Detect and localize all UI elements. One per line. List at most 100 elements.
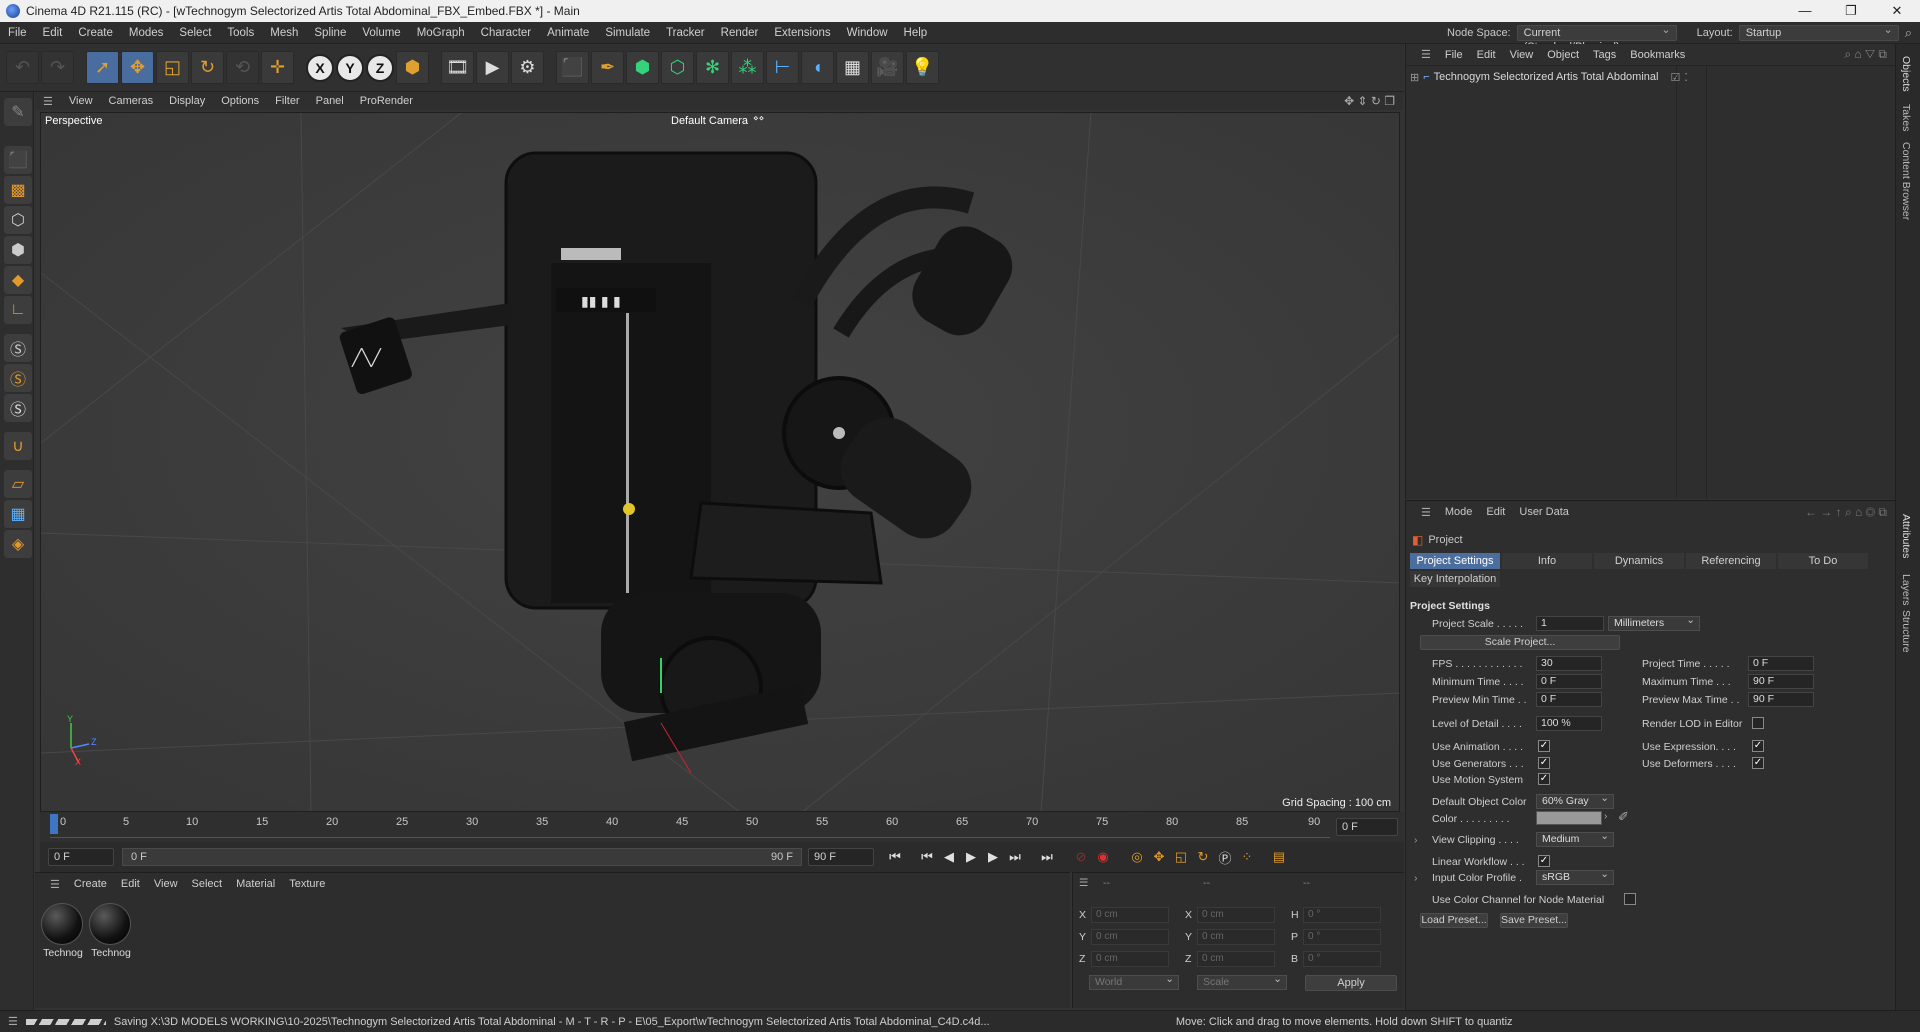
input-profile-expand-icon[interactable]: › [1414, 872, 1418, 884]
visibility-dots-icon[interactable]: ⁚ [1684, 71, 1688, 84]
attr-menu-user-data[interactable]: User Data [1512, 506, 1576, 518]
record-keys-icon[interactable]: ⊘ [1070, 846, 1092, 868]
axis-mode-icon[interactable]: ∟ [4, 296, 32, 324]
texture-mode-icon[interactable]: ▩ [4, 176, 32, 204]
render-lod-checkbox[interactable] [1752, 717, 1764, 729]
side-tab-structure[interactable]: Structure [1900, 610, 1912, 653]
om-menu-view[interactable]: View [1503, 49, 1541, 61]
attr-menu-mode[interactable]: Mode [1438, 506, 1480, 518]
menu-render[interactable]: Render [713, 27, 767, 39]
search-icon[interactable]: ⌕ [1905, 25, 1912, 41]
om-menu-bookmarks[interactable]: Bookmarks [1623, 49, 1692, 61]
key-param-icon[interactable]: Ⓟ [1214, 846, 1236, 868]
key-move-icon[interactable]: ✥ [1148, 846, 1170, 868]
viewport-menu-view[interactable]: View [61, 95, 101, 107]
model-mode-icon[interactable]: ⬛ [4, 146, 32, 174]
pen-icon[interactable]: ✒ [591, 51, 624, 84]
side-tab-takes[interactable]: Takes [1900, 104, 1912, 131]
viewport-menu-panel[interactable]: Panel [308, 95, 352, 107]
undo-icon[interactable]: ↶ [6, 51, 39, 84]
pos-x-field[interactable]: 0 cm [1091, 907, 1169, 923]
use-color-channel-checkbox[interactable] [1624, 893, 1636, 905]
use-animation-checkbox[interactable]: ✓ [1538, 740, 1550, 752]
key-rotate-icon[interactable]: ↻ [1192, 846, 1214, 868]
attr-menu-edit[interactable]: Edit [1479, 506, 1512, 518]
objects-hamburger-icon[interactable]: ☰ [1414, 48, 1438, 61]
previous-frame-icon[interactable]: ◀ [938, 846, 960, 868]
live-select-icon[interactable]: ➚ [86, 51, 119, 84]
subdivision-icon[interactable]: ⬢ [626, 51, 659, 84]
timeline-ruler[interactable]: 0 5 10 15 20 25 30 35 40 45 50 55 60 65 … [40, 812, 1404, 842]
scale-project-button[interactable]: Scale Project... [1420, 635, 1620, 650]
om-menu-file[interactable]: File [1438, 49, 1470, 61]
apply-button[interactable]: Apply [1305, 975, 1397, 991]
lod-field[interactable]: 100 % [1536, 716, 1602, 731]
previous-key-icon[interactable]: ⏮ [916, 846, 938, 868]
move-icon[interactable]: ✥ [121, 51, 154, 84]
hamburger-icon[interactable]: ☰ [35, 95, 61, 108]
use-expression-checkbox[interactable]: ✓ [1752, 740, 1764, 752]
y-axis-icon[interactable]: Y [336, 53, 364, 82]
material-menu-edit[interactable]: Edit [114, 878, 147, 890]
menu-volume[interactable]: Volume [354, 27, 408, 39]
status-hamburger-icon[interactable]: ☰ [0, 1015, 26, 1028]
om-menu-edit[interactable]: Edit [1470, 49, 1503, 61]
preview-max-field[interactable]: 90 F [1748, 692, 1814, 707]
min-time-field[interactable]: 0 F [1536, 674, 1602, 689]
coordinate-system-icon[interactable]: ⬢ [396, 51, 429, 84]
grid-icon[interactable]: ▦ [4, 500, 32, 528]
render-settings-icon[interactable]: ⚙ [511, 51, 544, 84]
project-time-field[interactable]: 0 F [1748, 656, 1814, 671]
use-generators-checkbox[interactable]: ✓ [1538, 757, 1550, 769]
timeline-window-icon[interactable]: ▤ [1268, 846, 1290, 868]
side-tab-content-browser[interactable]: Content Browser [1900, 142, 1912, 220]
deformer-icon[interactable]: ◖ [801, 51, 834, 84]
om-menu-tags[interactable]: Tags [1586, 49, 1623, 61]
menu-help[interactable]: Help [896, 27, 936, 39]
size-mode-dropdown[interactable]: Scale [1197, 973, 1287, 990]
menu-extensions[interactable]: Extensions [766, 27, 838, 39]
autokey-icon[interactable]: ◉ [1092, 846, 1114, 868]
playhead[interactable] [50, 814, 58, 834]
object-name[interactable]: Technogym Selectorized Artis Total Abdom… [1434, 71, 1659, 83]
menu-tracker[interactable]: Tracker [658, 27, 713, 39]
size-x-field[interactable]: 0 cm [1197, 907, 1275, 923]
project-scale-unit-dropdown[interactable]: Millimeters [1608, 614, 1700, 631]
last-tool-icon[interactable]: ⟲ [226, 51, 259, 84]
snap-icon[interactable]: Ⓢ [4, 334, 32, 362]
maximize-button[interactable]: ❐ [1828, 3, 1874, 19]
make-editable-icon[interactable]: ✎ [4, 98, 32, 126]
array-icon[interactable]: ⁂ [731, 51, 764, 84]
viewport-menu-prorender[interactable]: ProRender [352, 95, 421, 107]
rot-p-field[interactable]: 0 ° [1303, 929, 1381, 945]
menu-character[interactable]: Character [473, 27, 540, 39]
linear-workflow-checkbox[interactable]: ✓ [1538, 855, 1550, 867]
rot-h-field[interactable]: 0 ° [1303, 907, 1381, 923]
viewport-menu-cameras[interactable]: Cameras [101, 95, 162, 107]
color-expand-icon[interactable]: › [1604, 811, 1607, 822]
material-hamburger-icon[interactable]: ☰ [43, 878, 67, 891]
render-region-icon[interactable]: 🎞 [441, 51, 474, 84]
key-scale-icon[interactable]: ◱ [1170, 846, 1192, 868]
cube-icon[interactable]: ⬛ [556, 51, 589, 84]
light-icon[interactable]: 💡 [906, 51, 939, 84]
timeline-track[interactable] [50, 816, 1330, 838]
x-axis-icon[interactable]: X [306, 53, 334, 82]
attr-hamburger-icon[interactable]: ☰ [1414, 506, 1438, 519]
view-clipping-expand-icon[interactable]: › [1414, 834, 1418, 846]
key-pla-icon[interactable]: ⁘ [1236, 846, 1258, 868]
scale-icon[interactable]: ◱ [156, 51, 189, 84]
next-key-icon[interactable]: ⏭ [1004, 846, 1026, 868]
node-space-dropdown[interactable]: Current (Standard/Physical) [1516, 23, 1677, 53]
go-to-end-icon[interactable]: ⏭ [1036, 846, 1058, 868]
material-menu-view[interactable]: View [147, 878, 185, 890]
camera-icon[interactable]: 🎥 [871, 51, 904, 84]
eyedropper-icon[interactable]: ✐ [1618, 809, 1629, 825]
perspective-viewport[interactable]: ▮▮ ▮ ▮ ╱╲╱ Perspective Default Camera ⋄⋄… [40, 112, 1400, 812]
material-menu-material[interactable]: Material [229, 878, 282, 890]
menu-edit[interactable]: Edit [35, 27, 71, 39]
play-icon[interactable]: ▶ [960, 846, 982, 868]
size-y-field[interactable]: 0 cm [1197, 929, 1275, 945]
next-frame-icon[interactable]: ▶ [982, 846, 1004, 868]
expand-icon[interactable]: ⊞ [1410, 71, 1419, 84]
